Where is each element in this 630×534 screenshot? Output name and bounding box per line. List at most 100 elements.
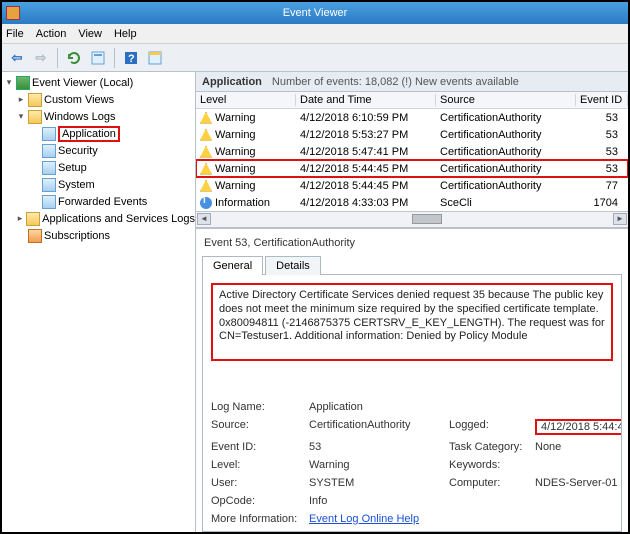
warning-icon [200,163,212,175]
tree-apps-services[interactable]: ▸Applications and Services Logs [2,210,195,227]
eventid-label: Event ID: [211,441,309,453]
category-name: Application [202,76,262,88]
eventid-cell: 53 [576,112,628,124]
refresh-icon[interactable] [63,47,85,69]
folder-icon [28,93,42,107]
event-properties: Log Name: Application Source: Certificat… [211,401,613,525]
tab-general[interactable]: General [202,256,263,275]
date-cell: 4/12/2018 5:44:45 PM [296,180,436,192]
date-cell: 4/12/2018 4:33:03 PM [296,197,436,209]
eventid-cell: 53 [576,163,628,175]
log-icon [42,195,56,209]
eventid-cell: 53 [576,129,628,141]
folder-icon [28,110,42,124]
table-row[interactable]: Warning 4/12/2018 5:44:45 PMCertification… [196,177,628,194]
menu-file[interactable]: File [6,28,24,40]
scroll-thumb[interactable] [412,214,442,224]
log-icon [42,178,56,192]
table-row[interactable]: Warning4/12/2018 5:53:27 PMCertification… [196,126,628,143]
category-info: Number of events: 18,082 (!) New events … [272,76,519,88]
menu-view[interactable]: View [78,28,102,40]
tree-subscriptions[interactable]: Subscriptions [2,227,195,244]
horizontal-scrollbar[interactable]: ◄ ► [196,211,628,227]
tree-custom-views[interactable]: ▸Custom Views [2,91,195,108]
col-date[interactable]: Date and Time [296,94,436,106]
table-row[interactable]: Warning4/12/2018 5:44:45 PMCertification… [196,160,628,177]
tree-security[interactable]: Security [2,142,195,159]
detail-tabs: General Details [202,255,622,275]
source-cell: CertificationAuthority [436,112,576,124]
user-label: User: [211,477,309,489]
logname-value: Application [309,401,449,413]
window-title: Event Viewer [283,7,348,19]
scroll-right-icon[interactable]: ► [613,213,627,225]
col-eventid[interactable]: Event ID [576,94,628,106]
filter-icon[interactable] [144,47,166,69]
table-row[interactable]: Information 4/12/2018 4:33:03 PMSceCli170… [196,194,628,211]
warning-icon [200,129,212,141]
opcode-label: OpCode: [211,495,309,507]
online-help-link[interactable]: Event Log Online Help [309,513,419,525]
content-area: ▾Event Viewer (Local) ▸Custom Views ▾Win… [2,72,628,532]
tree-application[interactable]: Application [2,125,195,142]
warning-icon [200,180,212,192]
computer-value: NDES-Server-01 [535,477,622,489]
tree-system[interactable]: System [2,176,195,193]
source-cell: SceCli [436,197,576,209]
level-text: Warning [215,163,256,175]
tree-forwarded[interactable]: Forwarded Events [2,193,195,210]
opcode-value: Info [309,495,449,507]
warning-icon [200,112,212,124]
grid-header[interactable]: Level Date and Time Source Event ID [196,92,628,109]
forward-button[interactable]: ⇨ [30,47,52,69]
app-icon [6,6,20,20]
table-row[interactable]: Warning4/12/2018 6:10:59 PMCertification… [196,109,628,126]
eventid-cell: 1704 [576,197,628,209]
taskcat-value: None [535,441,622,453]
tree-setup[interactable]: Setup [2,159,195,176]
source-value: CertificationAuthority [309,419,449,435]
detail-pane: Event 53, CertificationAuthority General… [196,228,628,532]
menu-help[interactable]: Help [114,28,137,40]
table-row[interactable]: Warning 4/12/2018 5:47:41 PMCertification… [196,143,628,160]
level-text: Warning [215,180,256,192]
level-text: Warning [215,112,256,124]
keywords-label: Keywords: [449,459,535,471]
date-cell: 4/12/2018 5:47:41 PM [296,146,436,158]
tree-root[interactable]: ▾Event Viewer (Local) [2,74,195,91]
computer-label: Computer: [449,477,535,489]
info-icon [200,197,212,209]
col-level[interactable]: Level [196,94,296,106]
level-text: Warning [215,146,256,158]
tree-windows-logs[interactable]: ▾Windows Logs [2,108,195,125]
console-icon [16,76,30,90]
eventid-cell: 77 [576,180,628,192]
back-button[interactable]: ⇦ [6,47,28,69]
event-grid[interactable]: Level Date and Time Source Event ID Warn… [196,92,628,228]
titlebar: Event Viewer [2,2,628,24]
menu-action[interactable]: Action [36,28,67,40]
level-value: Warning [309,459,449,471]
level-text: Information [215,197,270,209]
properties-icon[interactable] [87,47,109,69]
menubar: File Action View Help [2,24,628,44]
moreinfo-label: More Information: [211,513,309,525]
tab-details[interactable]: Details [265,256,321,275]
tab-body: Active Directory Certificate Services de… [202,275,622,532]
logged-label: Logged: [449,419,535,435]
right-pane: Application Number of events: 18,082 (!)… [196,72,628,532]
event-viewer-window: Event Viewer File Action View Help ⇦ ⇨ ?… [0,0,630,534]
navigation-tree[interactable]: ▾Event Viewer (Local) ▸Custom Views ▾Win… [2,72,196,532]
eventid-cell: 53 [576,146,628,158]
date-cell: 4/12/2018 5:53:27 PM [296,129,436,141]
source-cell: CertificationAuthority [436,146,576,158]
source-label: Source: [211,419,309,435]
help-icon[interactable]: ? [120,47,142,69]
source-cell: CertificationAuthority [436,180,576,192]
warning-icon [200,146,212,158]
taskcat-label: Task Category: [449,441,535,453]
scroll-left-icon[interactable]: ◄ [197,213,211,225]
category-header: Application Number of events: 18,082 (!)… [196,72,628,92]
col-source[interactable]: Source [436,94,576,106]
folder-icon [26,212,40,226]
